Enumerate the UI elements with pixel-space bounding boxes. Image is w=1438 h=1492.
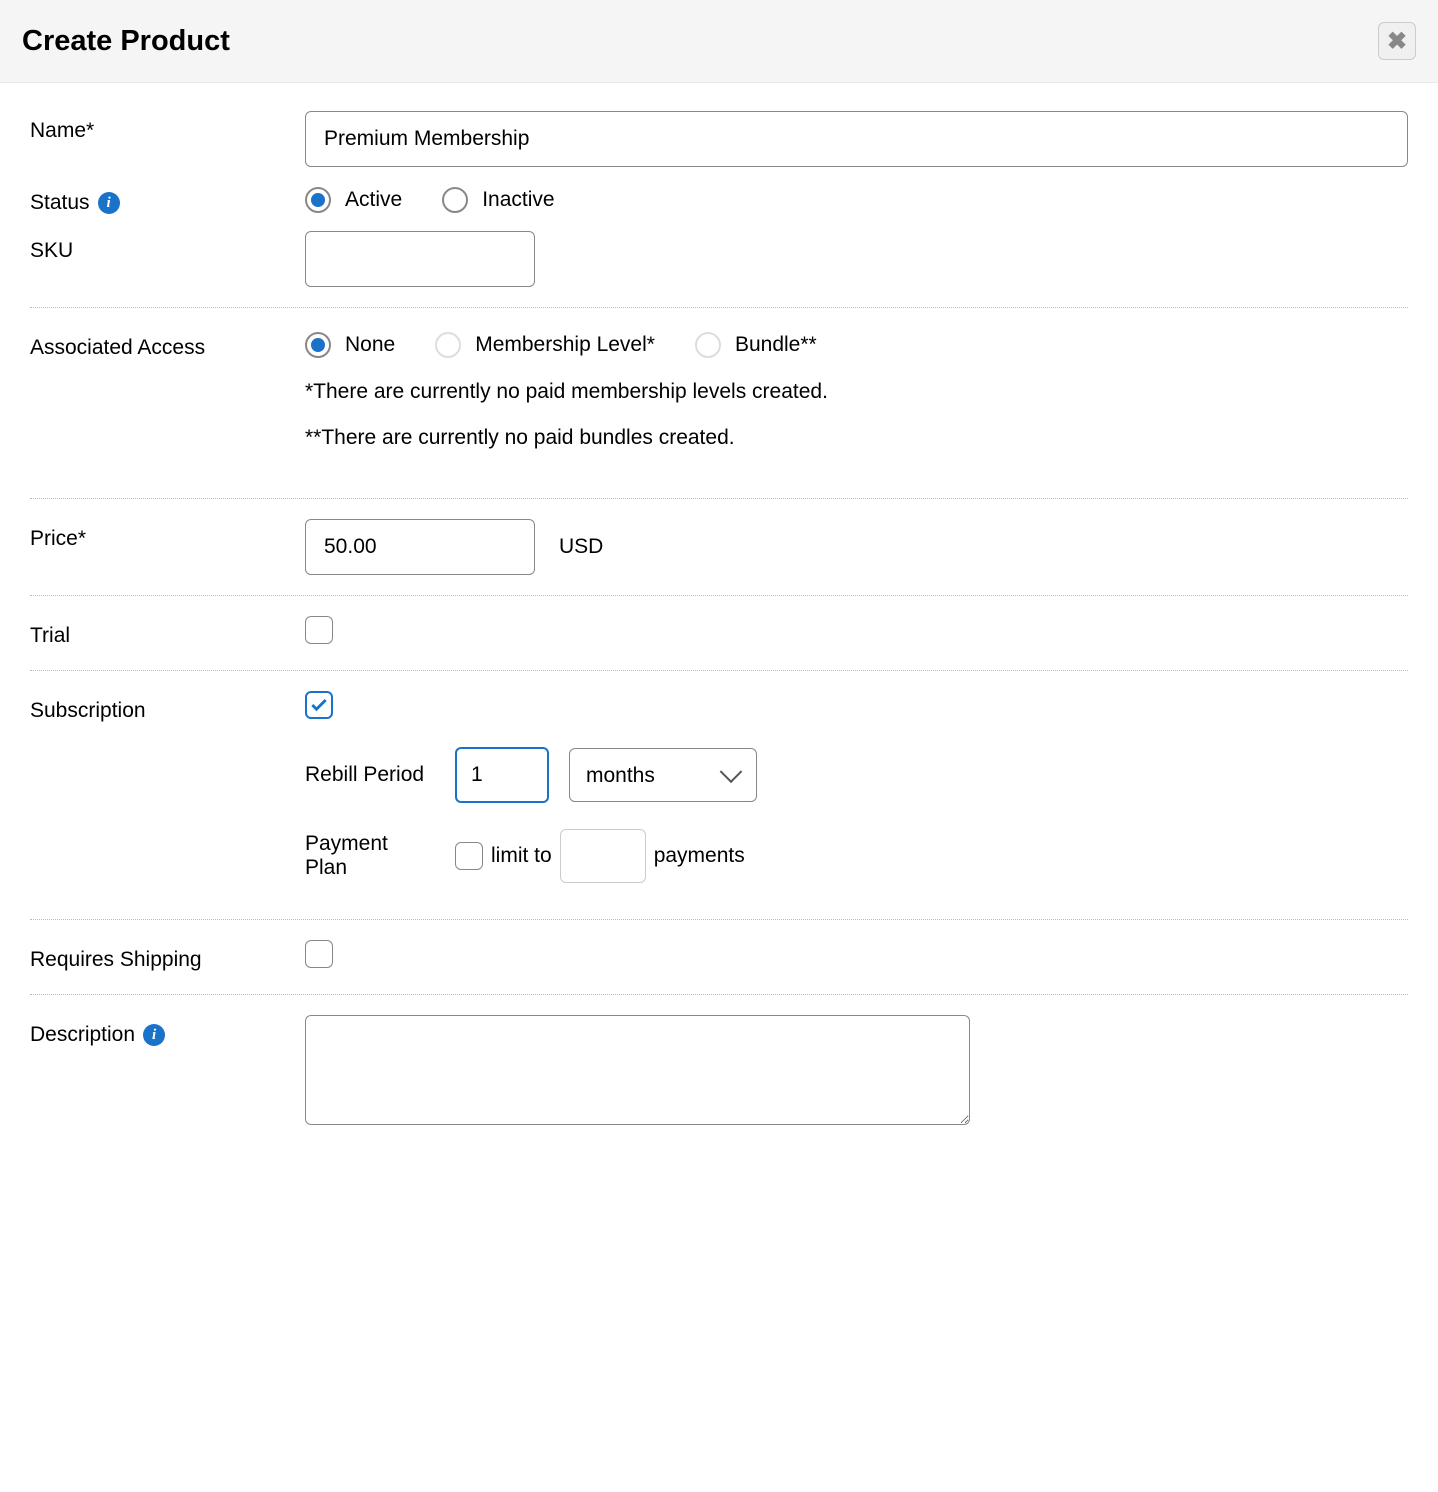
label-subscription: Subscription [30, 691, 305, 723]
row-description: Description i [30, 1007, 1408, 1139]
rebill-unit-select-wrap: months [569, 748, 757, 802]
radio-label-active: Active [345, 188, 402, 212]
payment-limit-input[interactable] [560, 829, 646, 883]
row-subscription: Subscription Rebill Period months Paymen… [30, 683, 1408, 891]
label-trial: Trial [30, 616, 305, 648]
rebill-unit-select[interactable]: months [569, 748, 757, 802]
radio-access-membership[interactable] [435, 332, 461, 358]
row-status: Status i Active Inactive [30, 175, 1408, 223]
label-status: Status [30, 191, 90, 215]
label-payment-plan: Payment Plan [305, 832, 435, 880]
payment-plan-checkbox[interactable] [455, 842, 483, 870]
info-icon[interactable]: i [98, 192, 120, 214]
form-body: Name* Status i Active Inactive SKU Assoc… [0, 83, 1438, 1169]
radio-label-membership: Membership Level* [475, 333, 655, 357]
row-requires-shipping: Requires Shipping [30, 932, 1408, 982]
radio-status-inactive[interactable] [442, 187, 468, 213]
close-icon: ✖ [1387, 27, 1407, 56]
radio-access-bundle[interactable] [695, 332, 721, 358]
currency-label: USD [559, 535, 603, 559]
sku-input[interactable] [305, 231, 535, 287]
row-associated-access: Associated Access None Membership Level*… [30, 320, 1408, 458]
divider [30, 595, 1408, 596]
radio-label-inactive: Inactive [482, 188, 554, 212]
row-payment-plan: Payment Plan limit to payments [305, 829, 1408, 883]
row-trial: Trial [30, 608, 1408, 658]
close-button[interactable]: ✖ [1378, 22, 1416, 60]
radio-label-none: None [345, 333, 395, 357]
requires-shipping-checkbox[interactable] [305, 940, 333, 968]
label-sku: SKU [30, 231, 305, 263]
note-bundle: **There are currently no paid bundles cr… [305, 426, 1408, 450]
row-price: Price* USD [30, 511, 1408, 583]
label-limit-to: limit to [491, 844, 552, 868]
divider [30, 919, 1408, 920]
name-input[interactable] [305, 111, 1408, 167]
label-name: Name* [30, 111, 305, 143]
label-description: Description [30, 1023, 135, 1047]
radio-access-none[interactable] [305, 332, 331, 358]
rebill-amount-input[interactable] [455, 747, 549, 803]
divider [30, 994, 1408, 995]
label-associated-access: Associated Access [30, 328, 305, 360]
divider [30, 498, 1408, 499]
radio-label-bundle: Bundle** [735, 333, 817, 357]
trial-checkbox[interactable] [305, 616, 333, 644]
row-sku: SKU [30, 223, 1408, 295]
label-rebill-period: Rebill Period [305, 763, 435, 787]
price-input[interactable] [305, 519, 535, 575]
label-price: Price* [30, 519, 305, 551]
divider [30, 307, 1408, 308]
check-icon [309, 695, 329, 715]
description-textarea[interactable] [305, 1015, 970, 1125]
dialog-title: Create Product [22, 25, 230, 58]
radio-status-active[interactable] [305, 187, 331, 213]
subscription-checkbox[interactable] [305, 691, 333, 719]
divider [30, 670, 1408, 671]
label-payments: payments [654, 844, 745, 868]
row-rebill-period: Rebill Period months [305, 747, 1408, 803]
label-requires-shipping: Requires Shipping [30, 940, 305, 972]
row-name: Name* [30, 103, 1408, 175]
note-membership: *There are currently no paid membership … [305, 380, 1408, 404]
info-icon[interactable]: i [143, 1024, 165, 1046]
dialog-header: Create Product ✖ [0, 0, 1438, 83]
